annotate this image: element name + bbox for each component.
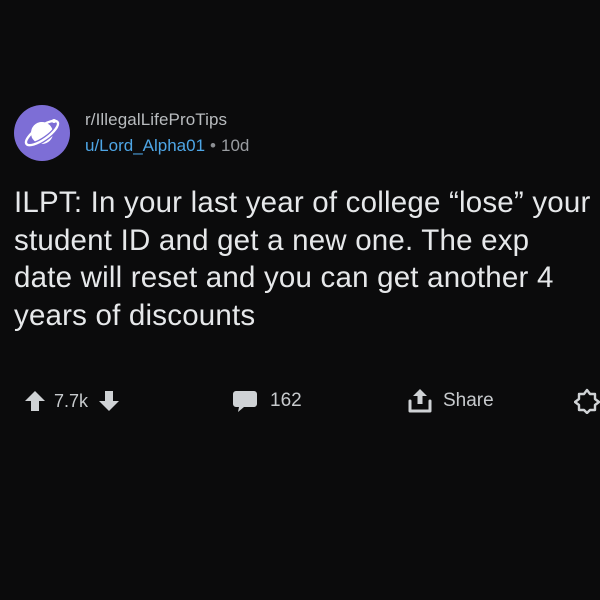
share-icon-box [408,388,432,414]
award-icon-box [574,388,600,414]
post-title[interactable]: ILPT: In your last year of college “lose… [14,184,594,334]
arrow-up-icon [25,391,45,411]
planet-icon [23,118,61,148]
subreddit-link[interactable]: r/IllegalLifeProTips [85,109,249,131]
post-meta: r/IllegalLifeProTips u/Lord_Alpha01 • 10d [85,109,249,157]
post-age: 10d [221,136,250,155]
vote-group: 7.7k [24,386,120,416]
vote-count: 7.7k [54,390,89,411]
comments-button[interactable]: 162 [232,386,302,416]
share-button[interactable]: Share [408,386,494,416]
share-icon [408,389,432,413]
username-link[interactable]: u/Lord_Alpha01 [85,136,205,155]
comment-count: 162 [270,390,302,411]
upvote-button[interactable] [24,389,46,413]
speech-bubble-icon [233,391,257,412]
post-card: r/IllegalLifeProTips u/Lord_Alpha01 • 10d … [0,0,600,600]
post-header: r/IllegalLifeProTips u/Lord_Alpha01 • 10d [14,104,249,162]
comments-icon-box [232,389,258,413]
separator-dot: • [210,136,216,155]
subreddit-avatar[interactable] [14,105,70,161]
award-button[interactable] [574,386,600,416]
arrow-down-icon [99,391,120,411]
award-icon [574,388,600,414]
downvote-button[interactable] [98,389,120,413]
byline: u/Lord_Alpha01 • 10d [85,135,249,157]
share-label: Share [443,390,494,411]
action-bar: 7.7k 162 Share [0,386,600,416]
